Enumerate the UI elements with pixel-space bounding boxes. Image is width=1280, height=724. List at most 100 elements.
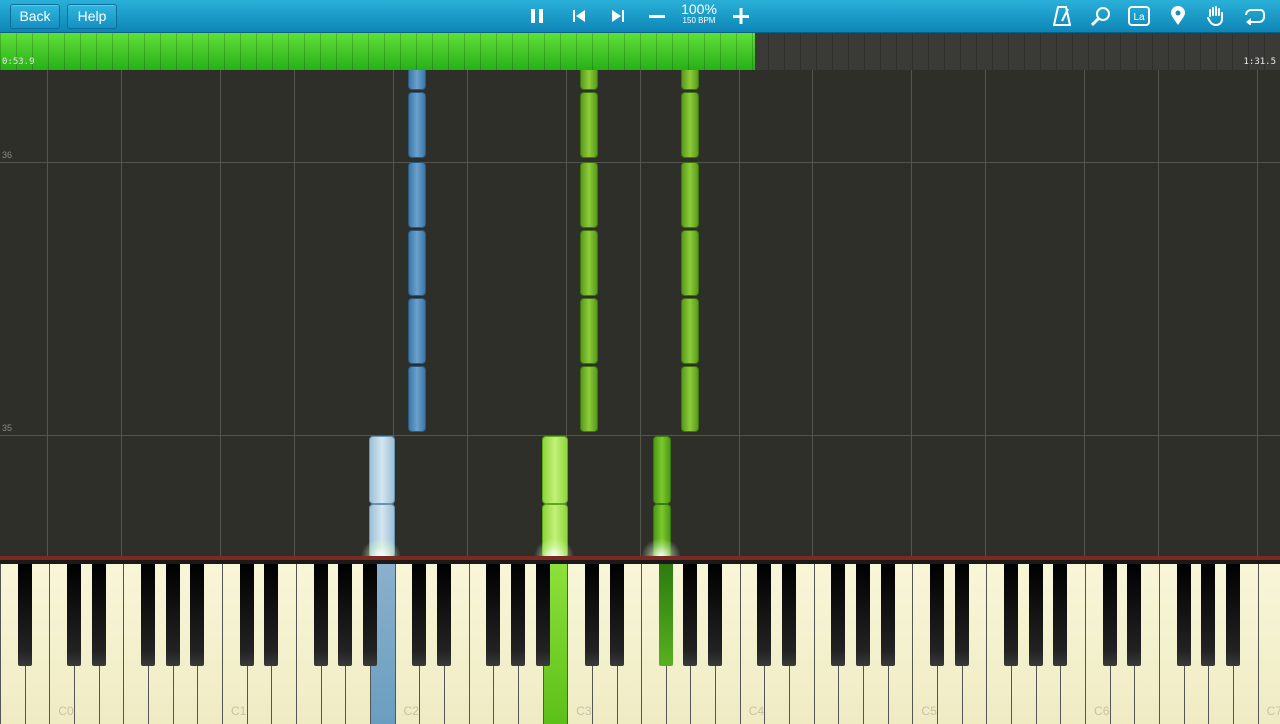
black-key[interactable] — [1053, 564, 1068, 666]
falling-note — [681, 230, 699, 296]
white-key[interactable]: C7 — [1257, 564, 1280, 724]
falling-note — [580, 70, 598, 90]
falling-note — [580, 92, 598, 158]
black-key[interactable] — [1004, 564, 1019, 666]
speed-bpm: 150 BPM — [682, 16, 716, 25]
black-key[interactable] — [930, 564, 945, 666]
falling-note — [408, 70, 426, 90]
black-key[interactable] — [91, 564, 106, 666]
falling-note — [580, 298, 598, 364]
octave-label: C2 — [403, 704, 419, 718]
grid-line — [467, 70, 468, 556]
measure-label: 36 — [2, 150, 13, 160]
grid-line — [1158, 70, 1159, 556]
grid-line — [911, 70, 912, 556]
octave-label: C3 — [576, 704, 592, 718]
black-key[interactable] — [782, 564, 797, 666]
note-hit-glow — [361, 538, 401, 556]
measure-label: 35 — [2, 423, 13, 433]
grid-line — [739, 70, 740, 556]
skip-back-icon[interactable] — [566, 4, 592, 28]
falling-note — [369, 436, 395, 504]
octave-label: C6 — [1094, 704, 1110, 718]
black-key[interactable] — [66, 564, 81, 666]
search-icon[interactable] — [1088, 4, 1114, 28]
octave-label: C5 — [921, 704, 937, 718]
falling-note — [681, 92, 699, 158]
falling-note — [681, 298, 699, 364]
black-key[interactable] — [584, 564, 599, 666]
black-key[interactable] — [1176, 564, 1191, 666]
grid-line — [640, 70, 641, 556]
black-key[interactable] — [1201, 564, 1216, 666]
falling-note — [653, 436, 671, 504]
help-button[interactable]: Help — [67, 4, 117, 29]
current-time: 0:53.9 — [2, 57, 35, 67]
falling-note — [408, 298, 426, 364]
black-key[interactable] — [609, 564, 624, 666]
grid-line — [985, 70, 986, 556]
falling-note — [408, 366, 426, 432]
falling-note — [681, 70, 699, 90]
black-key[interactable] — [1102, 564, 1117, 666]
black-key[interactable] — [1127, 564, 1142, 666]
black-key[interactable] — [436, 564, 451, 666]
black-key[interactable] — [856, 564, 871, 666]
black-key[interactable] — [708, 564, 723, 666]
minus-icon[interactable] — [644, 4, 670, 28]
piano-keyboard: C0 C1 C2 C3 C4 C5 C6 C7 — [0, 556, 1280, 724]
black-key[interactable] — [831, 564, 846, 666]
grid-line — [1084, 70, 1085, 556]
location-pin-icon[interactable] — [1165, 4, 1191, 28]
grid-line — [294, 70, 295, 556]
toolbar: Back Help 100% 150 BPM La — [0, 0, 1280, 33]
black-key[interactable] — [658, 564, 673, 666]
black-key[interactable] — [313, 564, 328, 666]
grid-line — [220, 70, 221, 556]
skip-forward-icon[interactable] — [605, 4, 631, 28]
black-key[interactable] — [239, 564, 254, 666]
piano-roll: 36 35 — [0, 70, 1280, 556]
black-key[interactable] — [165, 564, 180, 666]
measure-line — [0, 162, 1280, 163]
back-button[interactable]: Back — [10, 4, 60, 29]
note-hit-glow — [641, 538, 681, 556]
black-key[interactable] — [880, 564, 895, 666]
progress-timeline[interactable] — [0, 33, 1280, 70]
black-key[interactable] — [190, 564, 205, 666]
black-key[interactable] — [1226, 564, 1240, 666]
falling-note — [681, 162, 699, 228]
speed-display: 100% 150 BPM — [676, 2, 722, 26]
black-key[interactable] — [486, 564, 501, 666]
hand-icon[interactable] — [1203, 4, 1229, 28]
black-key[interactable] — [510, 564, 525, 666]
black-key[interactable] — [362, 564, 377, 666]
timeline-ticks — [0, 33, 1265, 70]
pause-icon[interactable] — [524, 4, 550, 28]
falling-note — [580, 230, 598, 296]
black-key[interactable] — [264, 564, 279, 666]
metronome-icon[interactable] — [1049, 4, 1075, 28]
falling-note — [681, 366, 699, 432]
total-time: 1:31.5 — [1243, 57, 1276, 67]
note-label-icon[interactable]: La — [1126, 4, 1152, 28]
plus-icon[interactable] — [728, 4, 754, 28]
grid-line — [121, 70, 122, 556]
note-label-icon-text: La — [1133, 12, 1145, 23]
speed-percent: 100% — [681, 1, 717, 17]
black-key[interactable] — [954, 564, 969, 666]
grid-line — [1257, 70, 1258, 556]
black-key[interactable] — [17, 564, 32, 666]
falling-note — [408, 92, 426, 158]
falling-note — [580, 162, 598, 228]
octave-label: C1 — [230, 704, 247, 718]
black-key[interactable] — [683, 564, 698, 666]
black-key[interactable] — [757, 564, 772, 666]
grid-line — [812, 70, 813, 556]
black-key[interactable] — [338, 564, 353, 666]
black-key[interactable] — [535, 564, 550, 666]
black-key[interactable] — [412, 564, 427, 666]
black-key[interactable] — [1028, 564, 1043, 666]
black-key[interactable] — [140, 564, 155, 666]
loop-icon[interactable] — [1241, 4, 1267, 28]
